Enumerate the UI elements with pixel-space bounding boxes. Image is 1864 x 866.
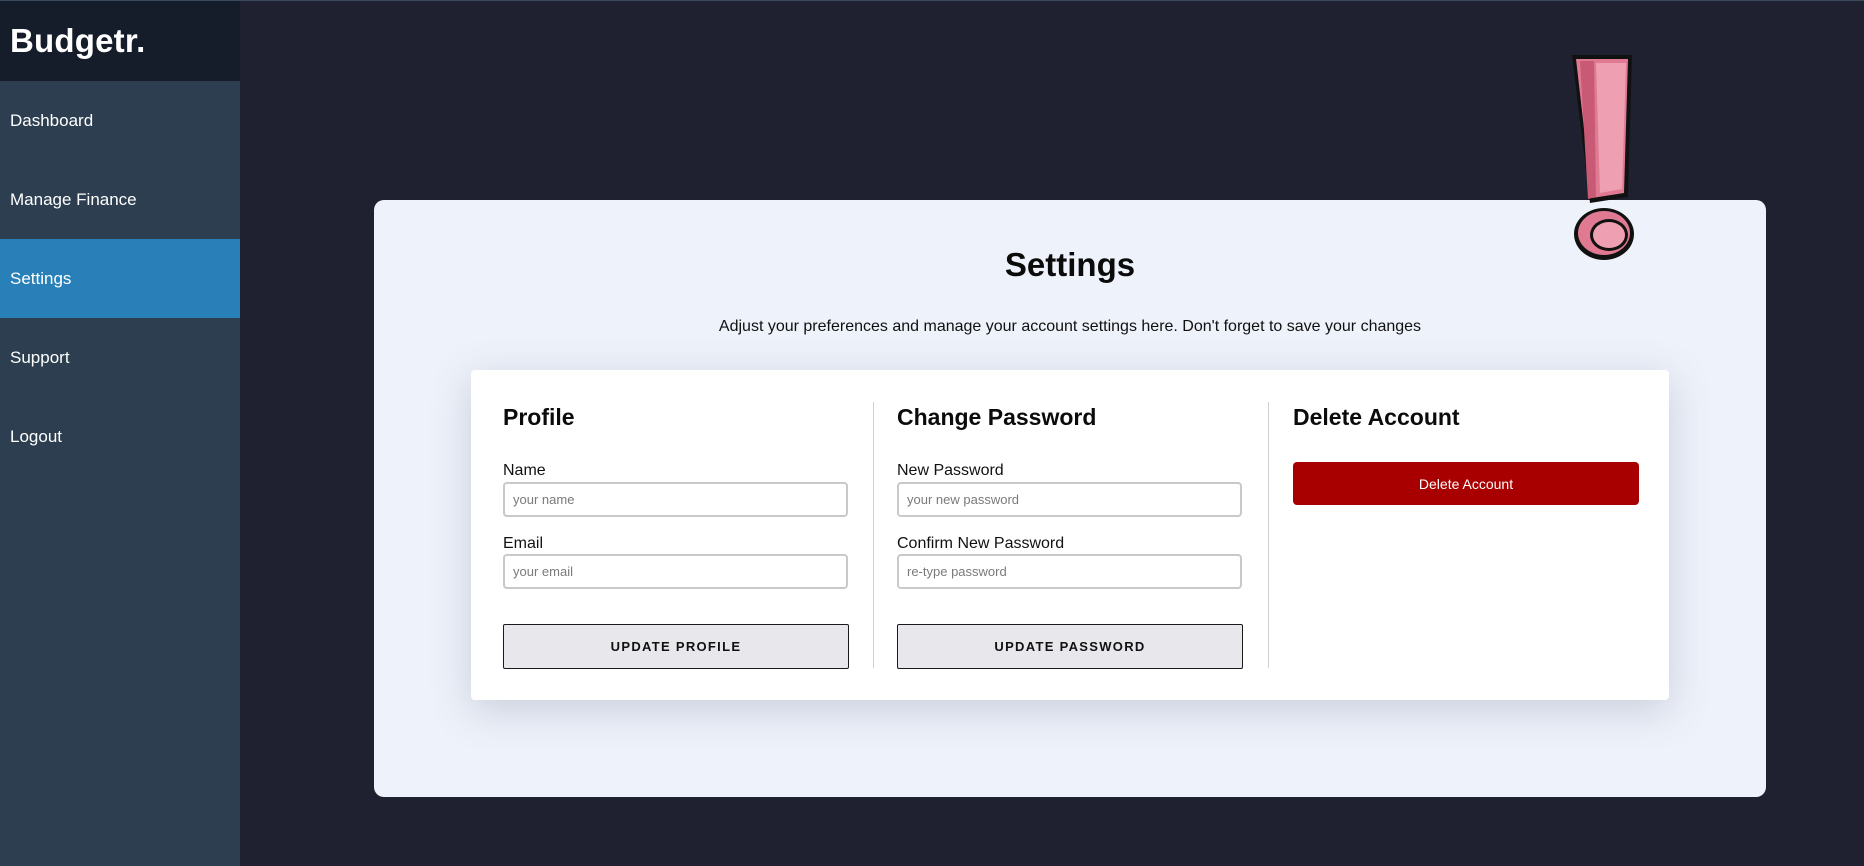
confirm-password-input[interactable]	[897, 554, 1242, 589]
settings-panel: Settings Adjust your preferences and man…	[374, 200, 1766, 797]
sidebar: Budgetr. Dashboard Manage Finance Settin…	[0, 0, 240, 866]
delete-account-title: Delete Account	[1293, 404, 1460, 430]
sidebar-item-manage-finance[interactable]: Manage Finance	[0, 160, 240, 239]
new-password-input[interactable]	[897, 482, 1242, 517]
profile-title: Profile	[503, 404, 575, 430]
email-label: Email	[503, 535, 544, 552]
confirm-password-label: Confirm New Password	[897, 535, 1065, 552]
name-label: Name	[503, 462, 546, 479]
delete-account-button[interactable]: Delete Account	[1293, 462, 1639, 505]
main-content: Settings Adjust your preferences and man…	[240, 0, 1864, 866]
page-subtitle: Adjust your preferences and manage your …	[718, 318, 1422, 335]
name-input[interactable]	[503, 482, 848, 517]
new-password-label: New Password	[897, 462, 1004, 479]
update-profile-button[interactable]: UPDATE PROFILE	[503, 624, 849, 669]
section-divider	[1268, 402, 1269, 668]
sidebar-item-settings[interactable]: Settings	[0, 239, 240, 318]
sidebar-item-logout[interactable]: Logout	[0, 397, 240, 476]
email-input[interactable]	[503, 554, 848, 589]
profile-section: Profile Name Email UPDATE PROFILE	[503, 402, 849, 669]
update-password-button[interactable]: UPDATE PASSWORD	[897, 624, 1243, 669]
change-password-section: Change Password New Password Confirm New…	[897, 402, 1243, 669]
brand-logo: Budgetr.	[0, 1, 240, 81]
page-title: Settings	[1004, 246, 1136, 283]
exclamation-icon	[1566, 51, 1636, 263]
sidebar-item-dashboard[interactable]: Dashboard	[0, 81, 240, 160]
change-password-title: Change Password	[897, 404, 1097, 430]
settings-card: Profile Name Email UPDATE PROFILE Change…	[471, 370, 1669, 700]
delete-account-section: Delete Account Delete Account	[1293, 402, 1639, 668]
section-divider	[873, 402, 874, 668]
sidebar-item-support[interactable]: Support	[0, 318, 240, 397]
